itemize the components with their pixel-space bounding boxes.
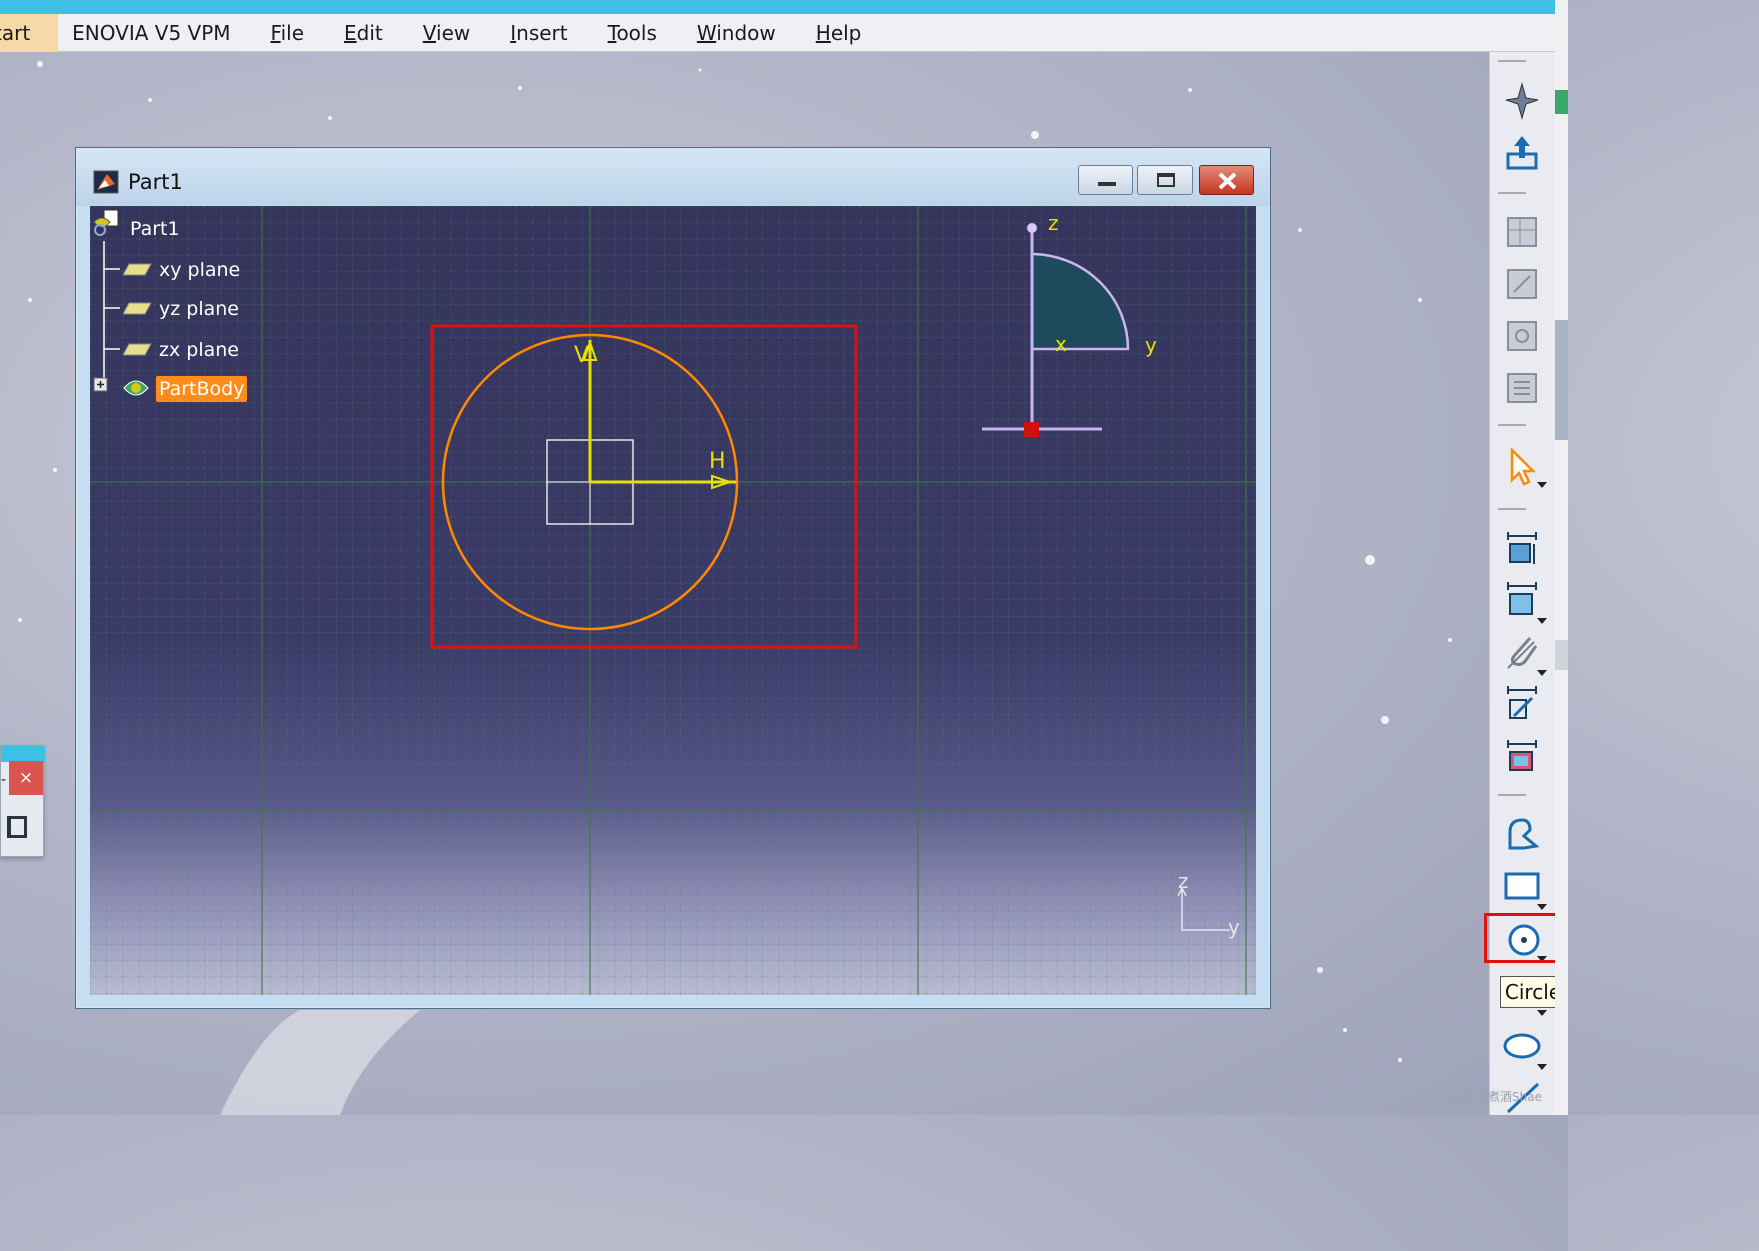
tree-item-zx-plane[interactable]: zx plane xyxy=(159,339,239,361)
profile-icon[interactable] xyxy=(1500,812,1544,856)
menu-help-mnemonic: H xyxy=(815,20,831,45)
constraint-box-icon[interactable] xyxy=(1500,578,1544,622)
menu-insert-label: nsert xyxy=(516,20,568,45)
menu-window-label: indow xyxy=(716,20,776,45)
part-document-window: Part1 H V z x y z y Part1 xy plane yz pl… xyxy=(75,147,1271,1009)
rectangle-icon[interactable] xyxy=(7,816,27,838)
geometric-constraints-icon[interactable] xyxy=(1500,366,1544,410)
fix-together-icon[interactable] xyxy=(1500,682,1544,726)
menu-window[interactable]: Window xyxy=(697,21,776,45)
v-axis-label: V xyxy=(574,343,589,368)
constraint-icon[interactable] xyxy=(1500,526,1544,570)
close-button[interactable] xyxy=(1199,165,1254,195)
menu-edit-mnemonic: E xyxy=(344,20,357,45)
compass-x-label: x xyxy=(1055,332,1067,356)
close-icon: × xyxy=(18,768,34,788)
menu-view-mnemonic: V xyxy=(422,20,437,45)
close-icon xyxy=(1218,172,1237,190)
tree-item-xy-plane[interactable]: xy plane xyxy=(159,259,240,281)
menu-start-label: tart xyxy=(0,20,31,45)
grid-icon[interactable] xyxy=(1500,210,1544,254)
menu-help-label: elp xyxy=(830,20,862,45)
floating-window-dash: - xyxy=(1,772,7,788)
window-title: Part1 xyxy=(128,170,183,194)
plane-icon xyxy=(123,343,152,356)
tree-item-yz-plane[interactable]: yz plane xyxy=(159,298,239,320)
3d-viewport[interactable]: H V z x y z y Part1 xy plane yz plane zx… xyxy=(90,206,1256,995)
maximize-button[interactable] xyxy=(1137,165,1193,195)
window-title-bar[interactable]: Part1 xyxy=(76,148,1270,206)
part-icon[interactable] xyxy=(90,208,122,238)
menu-file-label: ile xyxy=(280,20,305,45)
menu-start[interactable]: tart xyxy=(0,13,59,52)
watermark: CSDN @煮酒Shae xyxy=(1438,1090,1542,1104)
corner-y-label: y xyxy=(1228,915,1240,939)
corner-z-label: z xyxy=(1178,869,1189,893)
menu-file-mnemonic: F xyxy=(270,20,281,45)
compass-y-label: y xyxy=(1145,333,1157,357)
plane-icon xyxy=(123,302,152,315)
menu-view-label: iew xyxy=(436,20,471,45)
menu-tools-label: ools xyxy=(616,20,657,45)
tree-item-partbody[interactable]: PartBody xyxy=(156,376,248,402)
floating-window-close-button[interactable]: × xyxy=(9,761,43,795)
menu-enovia[interactable]: ENOVIA V5 VPM xyxy=(72,21,230,45)
menu-tools[interactable]: Tools xyxy=(608,21,657,45)
menu-window-mnemonic: W xyxy=(696,20,717,45)
exit-workbench-icon[interactable] xyxy=(1500,132,1544,176)
tree-item-part1[interactable]: Part1 xyxy=(130,218,180,240)
plane-icon xyxy=(123,263,152,276)
sketch-icon[interactable] xyxy=(1500,78,1544,122)
floating-window-titlebar[interactable] xyxy=(1,746,45,762)
snap-icon[interactable] xyxy=(1500,262,1544,306)
rectangle-icon[interactable] xyxy=(1500,864,1544,908)
restore-icon xyxy=(1157,173,1175,187)
catia-part-icon xyxy=(93,170,119,194)
menu-bar: tart ENOVIA V5 VPM File Edit View Insert… xyxy=(0,13,1555,52)
circle-tool-highlight xyxy=(1484,913,1560,963)
construction-icon[interactable] xyxy=(1500,314,1544,358)
h-axis-label: H xyxy=(709,449,726,474)
compass-z-label: z xyxy=(1048,211,1059,235)
partial-toolbar-edge xyxy=(1555,90,1568,670)
background-app-edge xyxy=(1555,0,1568,1115)
animate-constraint-icon[interactable] xyxy=(1500,734,1544,778)
floating-toolbar-window: - × xyxy=(0,745,45,857)
partbody-icon xyxy=(123,380,149,396)
menu-help[interactable]: Help xyxy=(816,21,862,45)
menu-file[interactable]: File xyxy=(271,21,304,45)
menu-insert[interactable]: Insert xyxy=(510,21,567,45)
menu-enovia-label: ENOVIA V5 VPM xyxy=(72,20,231,45)
expand-icon[interactable] xyxy=(93,377,109,393)
application-title-strip xyxy=(0,0,1568,14)
minimize-button[interactable] xyxy=(1078,165,1133,195)
sketch-grid: H V z x y z y xyxy=(90,206,1256,995)
contact-constraint-icon[interactable] xyxy=(1500,630,1544,674)
ellipse-icon[interactable] xyxy=(1500,1024,1544,1068)
menu-edit-label: dit xyxy=(356,20,383,45)
menu-view[interactable]: View xyxy=(423,21,470,45)
menu-edit[interactable]: Edit xyxy=(344,21,383,45)
minimize-icon xyxy=(1098,182,1116,186)
